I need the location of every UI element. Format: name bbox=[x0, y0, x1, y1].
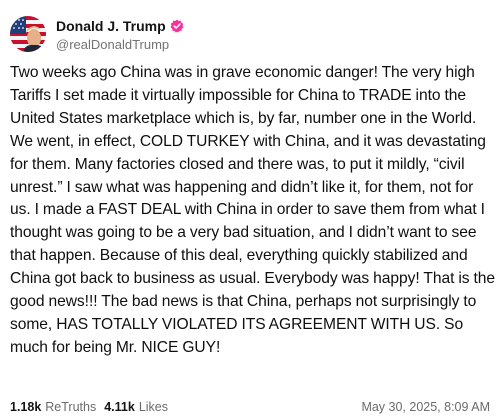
display-name[interactable]: Donald J. Trump bbox=[56, 18, 166, 34]
likes-label: Likes bbox=[138, 400, 169, 414]
avatar[interactable] bbox=[10, 16, 46, 52]
likes-count: 4.11k bbox=[104, 400, 135, 414]
post-header: Donald J. Trump @realDonaldTrump bbox=[10, 12, 184, 56]
retruths-stat[interactable]: 1.18k ReTruths bbox=[10, 400, 96, 414]
author-identity: Donald J. Trump @realDonaldTrump bbox=[56, 17, 184, 52]
truth-post: Donald J. Trump @realDonaldTrump Two wee… bbox=[0, 0, 500, 419]
name-row: Donald J. Trump bbox=[56, 17, 184, 35]
author-handle[interactable]: @realDonaldTrump bbox=[56, 37, 184, 52]
post-body-text: Two weeks ago China was in grave economi… bbox=[10, 64, 496, 356]
post-timestamp[interactable]: May 30, 2025, 8:09 AM bbox=[361, 400, 490, 414]
likes-stat[interactable]: 4.11k Likes bbox=[104, 400, 168, 414]
retruths-label: ReTruths bbox=[45, 400, 97, 414]
avatar-flag-icon bbox=[10, 16, 46, 52]
retruths-count: 1.18k bbox=[10, 400, 42, 414]
post-footer: 1.18k ReTruths 4.11k Likes May 30, 2025,… bbox=[10, 398, 490, 416]
verified-badge-icon bbox=[170, 19, 184, 33]
